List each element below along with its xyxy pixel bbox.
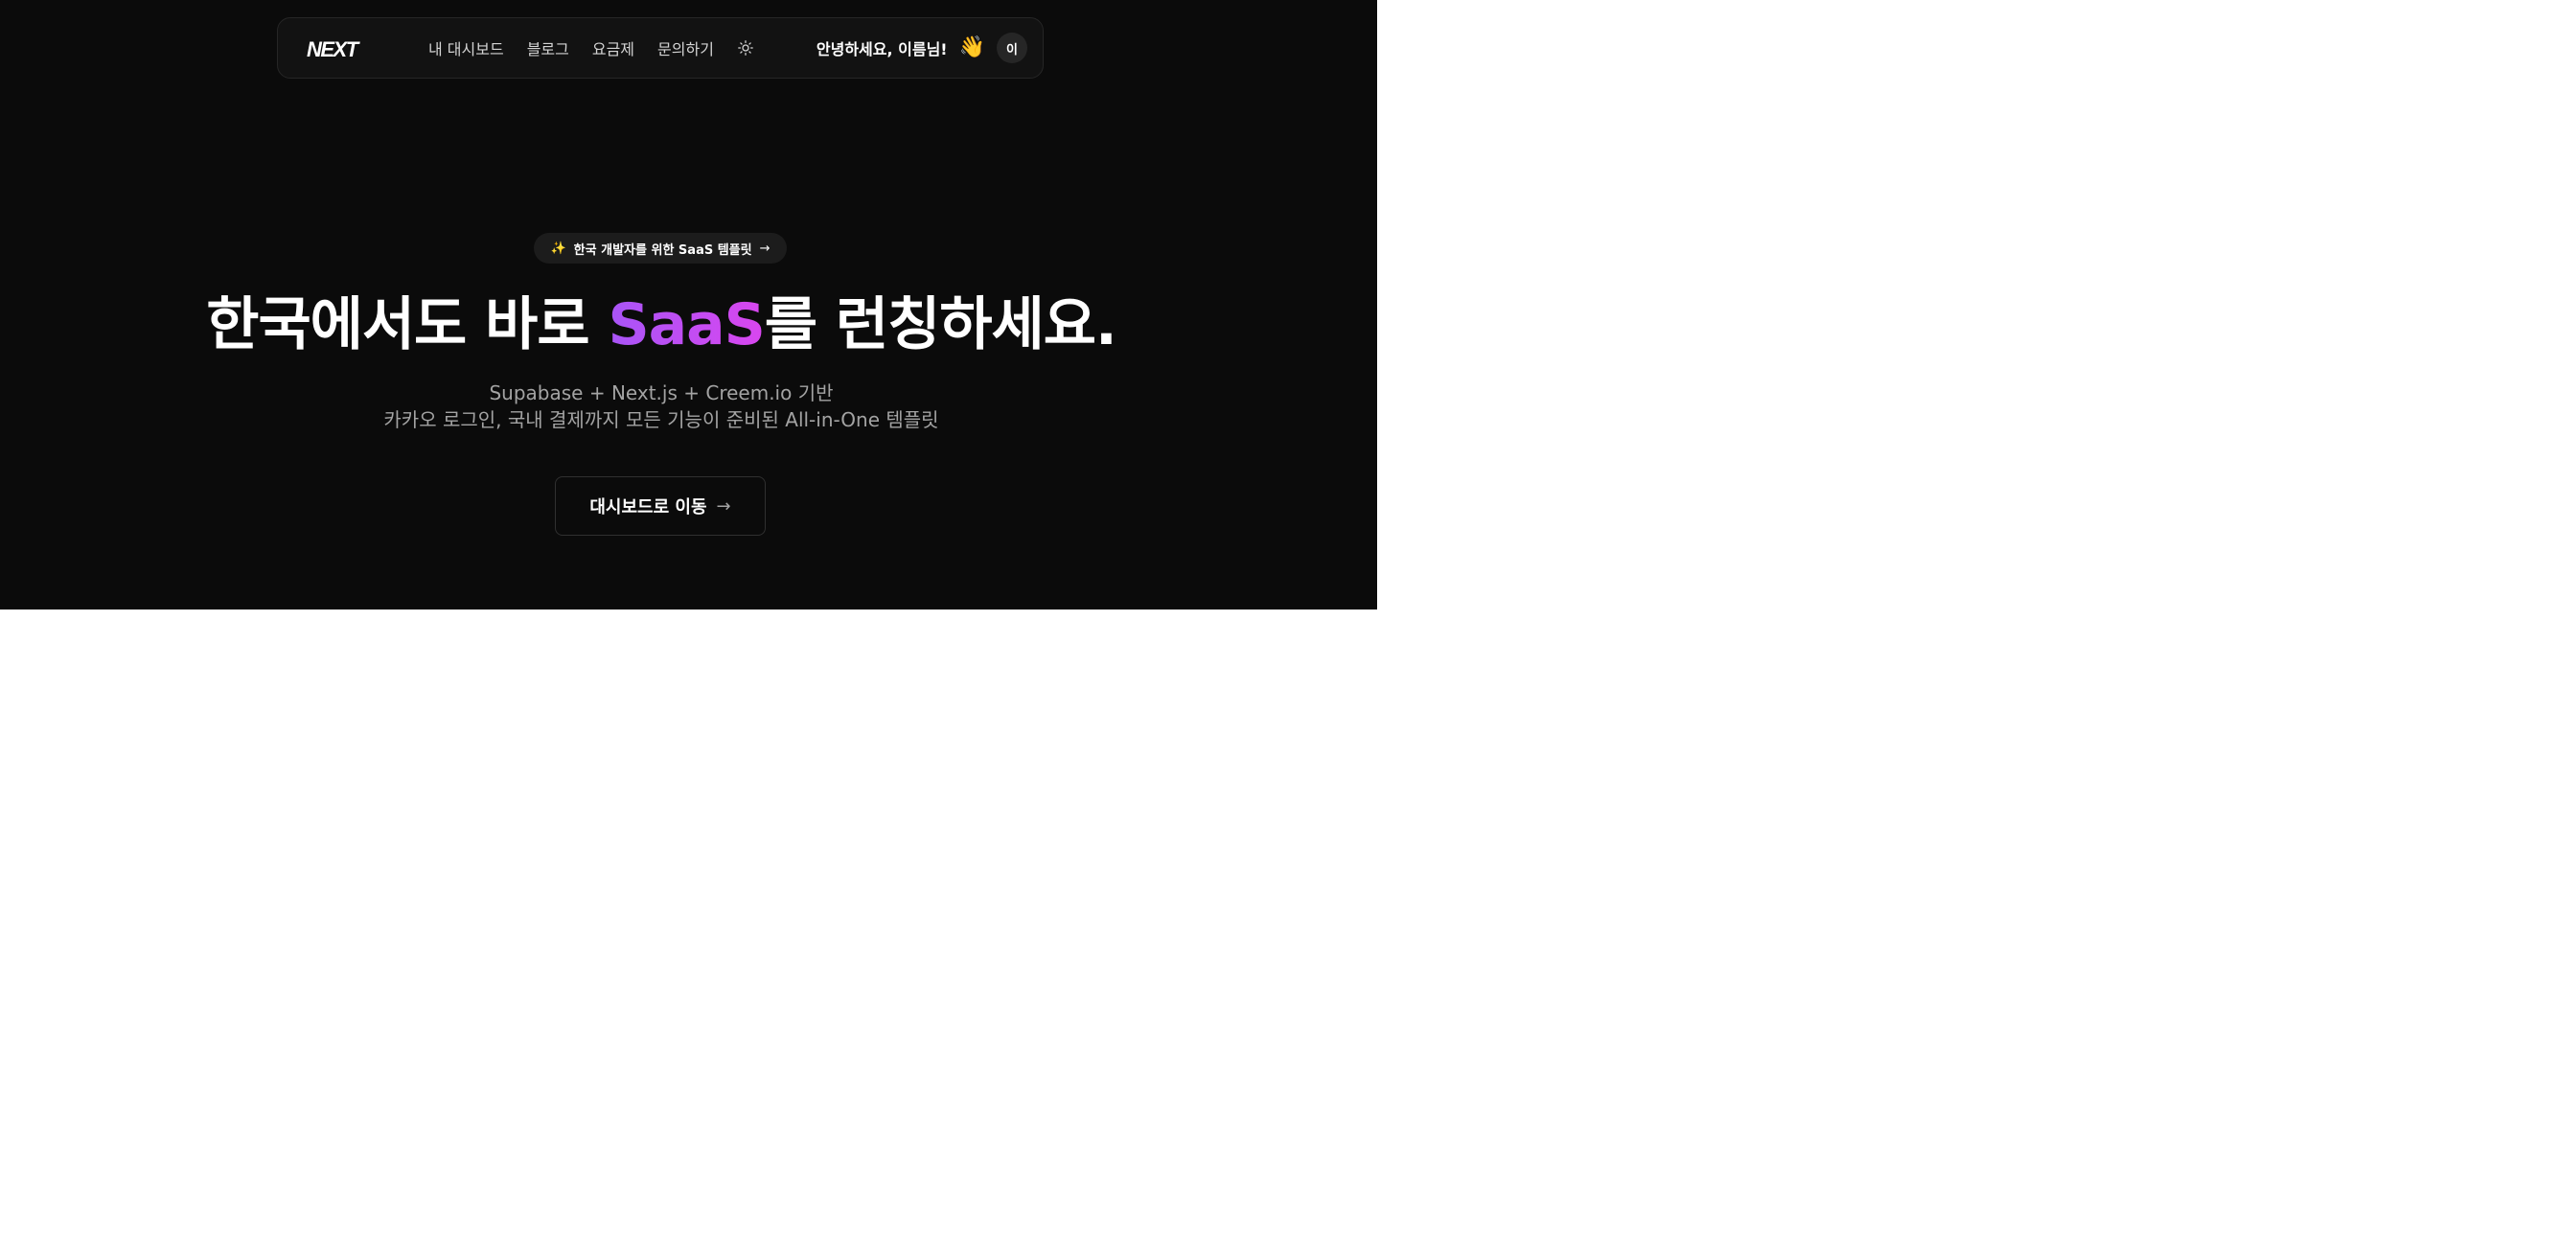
hero-subtitle-line2: 카카오 로그인, 국내 결제까지 모든 기능이 준비된 All-in-One 템… — [383, 408, 939, 431]
nav-links: 내 대시보드 블로그 요금제 문의하기 — [428, 18, 756, 78]
badge-text: 한국 개발자를 위한 SaaS 템플릿 — [573, 242, 752, 258]
waving-hand-icon: 👋 — [958, 35, 985, 59]
announcement-badge[interactable]: ✨ 한국 개발자를 위한 SaaS 템플릿 → — [534, 233, 787, 264]
sparkles-icon: ✨ — [550, 241, 566, 256]
greeting-text: 안녕하세요, 이름님! — [816, 40, 948, 58]
headline-part1: 한국에서도 바로 — [206, 291, 609, 358]
user-avatar[interactable]: 이 — [997, 33, 1027, 63]
logo[interactable]: NEXT — [307, 37, 358, 62]
arrow-right-icon: → — [759, 241, 770, 256]
sun-icon — [738, 40, 753, 56]
headline-part3: 하세요. — [939, 291, 1116, 358]
nav-link-blog[interactable]: 블로그 — [527, 36, 569, 59]
go-to-dashboard-button[interactable]: 대시보드로 이동 → — [555, 476, 766, 536]
headline-accent: SaaS — [608, 291, 765, 358]
hero-headline: 한국에서도 바로 SaaS를 런칭하세요. — [0, 278, 1322, 361]
hero-subtitle-line1: Supabase + Next.js + Creem.io 기반 — [489, 381, 834, 404]
arrow-right-icon: → — [716, 495, 731, 517]
nav-user-area: 안녕하세요, 이름님! 👋 이 — [816, 18, 1027, 78]
nav-link-pricing[interactable]: 요금제 — [592, 36, 634, 59]
nav-link-dashboard[interactable]: 내 대시보드 — [428, 36, 504, 59]
theme-toggle-button[interactable] — [735, 37, 756, 58]
page-viewport: NEXT 내 대시보드 블로그 요금제 문의하기 안녕하세요, 이름님! 👋 이… — [0, 0, 1377, 610]
nav-link-contact[interactable]: 문의하기 — [657, 36, 714, 59]
headline-part2: 를 — [764, 291, 836, 358]
cta-label: 대시보드로 이동 — [589, 497, 707, 518]
headline-strong: 런칭 — [835, 291, 940, 358]
top-navbar: NEXT 내 대시보드 블로그 요금제 문의하기 안녕하세요, 이름님! 👋 이 — [277, 17, 1044, 79]
